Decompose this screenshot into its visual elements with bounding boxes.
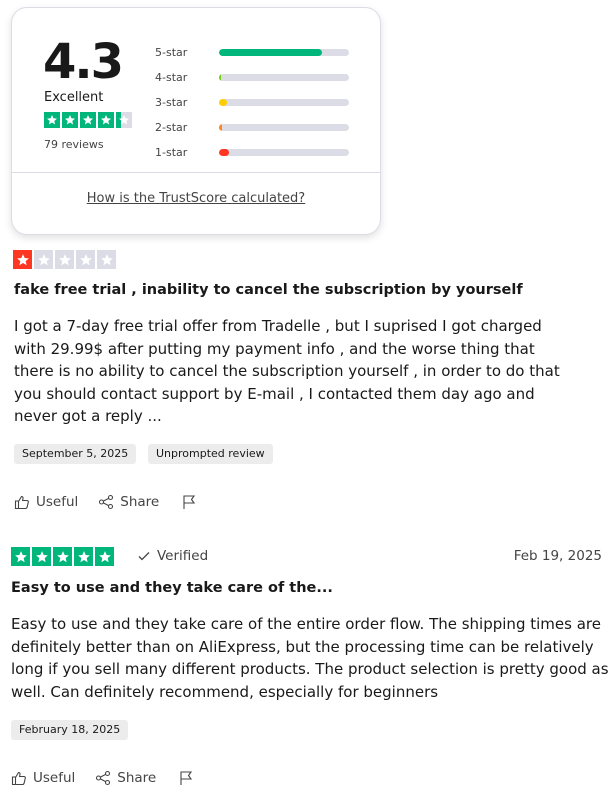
- review-body-line: Easy to use and they take care of the en…: [11, 615, 601, 633]
- review-body-line: well. Can definitely recommend, especial…: [11, 682, 439, 701]
- distribution-row-3[interactable]: 3-star: [155, 90, 349, 115]
- distribution-label: 1-star: [155, 146, 188, 159]
- useful-button[interactable]: Useful: [11, 770, 75, 786]
- review-body: Easy to use and they take care of the en…: [11, 613, 609, 703]
- review-date: Feb 19, 2025: [513, 548, 602, 564]
- useful-label: Useful: [36, 494, 79, 510]
- review-rating-stars: [11, 547, 114, 566]
- divider: [12, 172, 380, 173]
- star-icon: [13, 250, 32, 269]
- distribution-row-2[interactable]: 2-star: [155, 115, 349, 140]
- distribution-track: [219, 99, 349, 106]
- star-icon: [116, 112, 132, 128]
- star-icon: [32, 547, 51, 566]
- useful-label: Useful: [33, 770, 76, 786]
- star-icon: [34, 250, 53, 269]
- review-actions: Useful Share: [14, 494, 203, 510]
- share-icon: [95, 770, 117, 786]
- distribution-label: 2-star: [155, 121, 188, 134]
- distribution-label: 3-star: [155, 96, 188, 109]
- flag-icon: [181, 494, 203, 510]
- verified-label: Verified: [157, 548, 209, 564]
- review-body-line: never got a reply ...: [14, 407, 162, 425]
- distribution-bar: [219, 49, 322, 56]
- distribution-bar: [219, 74, 221, 81]
- review-body-line: long if you sell many different products…: [11, 660, 609, 678]
- trustscore-card: 4.3 Excellent 79 reviews 5-star 4-star 3…: [11, 7, 381, 235]
- review-body-line: with 29.99$ after putting my payment inf…: [14, 339, 535, 358]
- thumbs-up-icon: [11, 770, 33, 786]
- star-icon: [74, 547, 93, 566]
- review-body-line: I got a 7-day free trial offer from Trad…: [14, 317, 542, 335]
- share-button[interactable]: Share: [98, 494, 159, 510]
- review-title[interactable]: Easy to use and they take care of the...: [11, 580, 333, 596]
- verified-badge[interactable]: Verified: [137, 548, 208, 564]
- review-rating-stars: [13, 250, 116, 269]
- distribution-row-5[interactable]: 5-star: [155, 40, 349, 65]
- rating-word: Excellent: [44, 90, 104, 105]
- star-icon: [97, 250, 116, 269]
- experience-date-tag: September 5, 2025: [14, 444, 137, 464]
- distribution-track: [219, 49, 349, 56]
- distribution-bar: [219, 149, 230, 156]
- trustscore-info-link[interactable]: How is the TrustScore calculated?: [12, 191, 380, 206]
- report-button[interactable]: [181, 494, 203, 510]
- star-icon: [53, 547, 72, 566]
- star-icon: [95, 547, 114, 566]
- share-icon: [98, 494, 120, 510]
- star-icon: [11, 547, 30, 566]
- review-body-line: you should contact support by E-mail , I…: [14, 384, 535, 403]
- flag-icon: [178, 770, 200, 786]
- star-icon: [55, 250, 74, 269]
- star-icon: [62, 112, 78, 128]
- review-title[interactable]: fake free trial , inability to cancel th…: [14, 282, 523, 298]
- distribution-track: [219, 149, 349, 156]
- checkmark-icon: [137, 549, 157, 563]
- experience-date-tag: February 18, 2025: [11, 720, 129, 740]
- distribution-track: [219, 124, 349, 131]
- share-label: Share: [117, 770, 157, 786]
- distribution-bar: [219, 99, 227, 106]
- review-actions: Useful Share: [11, 770, 200, 786]
- share-label: Share: [120, 494, 160, 510]
- distribution-bar: [219, 124, 222, 131]
- distribution-label: 5-star: [155, 46, 188, 59]
- thumbs-up-icon: [14, 494, 36, 510]
- report-button[interactable]: [178, 770, 200, 786]
- rating-distribution: 5-star 4-star 3-star 2-star 1-star: [155, 40, 349, 165]
- review-body-line: definitely better than on AliExpress, bu…: [11, 637, 594, 656]
- star-icon: [80, 112, 96, 128]
- review-body: I got a 7-day free trial offer from Trad…: [14, 315, 560, 428]
- unprompted-review-tag: Unprompted review: [148, 444, 273, 464]
- share-button[interactable]: Share: [95, 770, 156, 786]
- distribution-label: 4-star: [155, 71, 188, 84]
- useful-button[interactable]: Useful: [14, 494, 78, 510]
- review-body-line: there is no ability to cancel the subscr…: [14, 362, 560, 380]
- trustscore-stars: [44, 112, 132, 128]
- star-icon: [76, 250, 95, 269]
- star-icon: [44, 112, 60, 128]
- review-count[interactable]: 79 reviews: [44, 138, 104, 151]
- distribution-row-4[interactable]: 4-star: [155, 65, 349, 90]
- star-icon: [98, 112, 114, 128]
- distribution-track: [219, 74, 349, 81]
- trustscore-value: 4.3: [43, 34, 124, 90]
- distribution-row-1[interactable]: 1-star: [155, 140, 349, 165]
